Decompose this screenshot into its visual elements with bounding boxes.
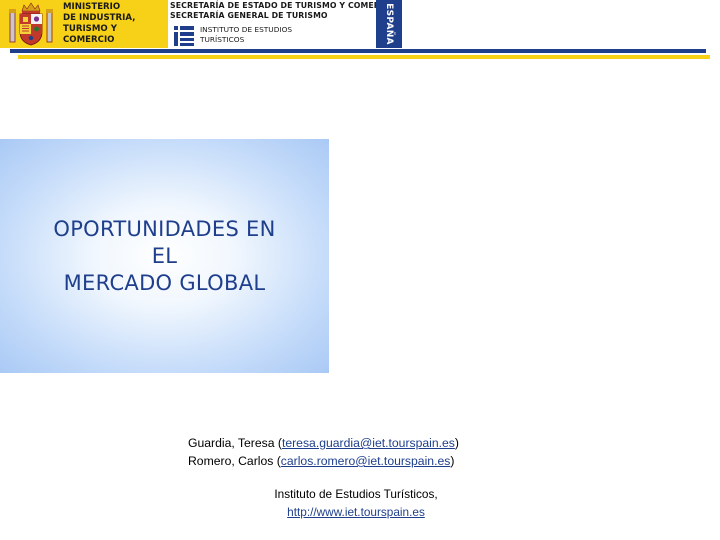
author-email-link[interactable]: carlos.romero@iet.tourspain.es — [281, 454, 451, 468]
header-banner: MINISTERIO DE INDUSTRIA, TURISMO Y COMER… — [0, 0, 720, 60]
author-name: Romero, Carlos — [188, 454, 274, 468]
institute-logo-icon — [174, 26, 194, 46]
institute-line: TURÍSTICOS — [200, 35, 245, 44]
author-line: Guardia, Teresa (teresa.guardia@iet.tour… — [188, 434, 459, 452]
institute-name: INSTITUTO DE ESTUDIOS TURÍSTICOS — [200, 25, 292, 45]
institution-block: Instituto de Estudios Turísticos, http:/… — [204, 485, 508, 521]
author-line: Romero, Carlos (carlos.romero@iet.toursp… — [188, 452, 459, 470]
authors-block: Guardia, Teresa (teresa.guardia@iet.tour… — [188, 434, 459, 470]
ministry-line: TURISMO Y — [63, 24, 117, 34]
institution-name: Instituto de Estudios Turísticos, — [274, 487, 438, 501]
ministry-line: MINISTERIO — [63, 2, 121, 12]
coat-of-arms-icon — [9, 2, 53, 46]
title-line: EL — [151, 243, 178, 268]
ministry-line: COMERCIO — [63, 35, 115, 45]
header-rule-yellow — [18, 55, 710, 59]
ministry-line: DE INDUSTRIA, — [63, 13, 136, 23]
institution-url-link[interactable]: http://www.iet.tourspain.es — [287, 505, 425, 519]
paren-close: ) — [450, 454, 455, 468]
ministry-logo-block: MINISTERIO DE INDUSTRIA, TURISMO Y COMER… — [0, 0, 168, 48]
secretaria-estado-label: SECRETARÍA DE ESTADO DE TURISMO Y COMERC… — [170, 1, 396, 10]
author-email-link[interactable]: teresa.guardia@iet.tourspain.es — [282, 436, 455, 450]
title-panel: OPORTUNIDADES EN EL MERCADO GLOBAL — [0, 139, 329, 373]
presentation-title: OPORTUNIDADES EN EL MERCADO GLOBAL — [53, 216, 275, 297]
secretaria-general-label: SECRETARÍA GENERAL DE TURISMO — [170, 11, 328, 20]
espana-block: ESPAÑA — [376, 0, 402, 48]
title-line: MERCADO GLOBAL — [63, 270, 266, 295]
author-name: Guardia, Teresa — [188, 436, 275, 450]
espana-label: ESPAÑA — [384, 3, 394, 45]
paren-close: ) — [454, 436, 459, 450]
institute-line: INSTITUTO DE ESTUDIOS — [200, 25, 293, 34]
ministry-name: MINISTERIO DE INDUSTRIA, TURISMO Y COMER… — [63, 2, 167, 46]
title-line: OPORTUNIDADES EN — [53, 216, 276, 241]
secretaria-block: SECRETARÍA DE ESTADO DE TURISMO Y COMERC… — [168, 0, 395, 48]
header-rule-blue — [10, 49, 706, 53]
